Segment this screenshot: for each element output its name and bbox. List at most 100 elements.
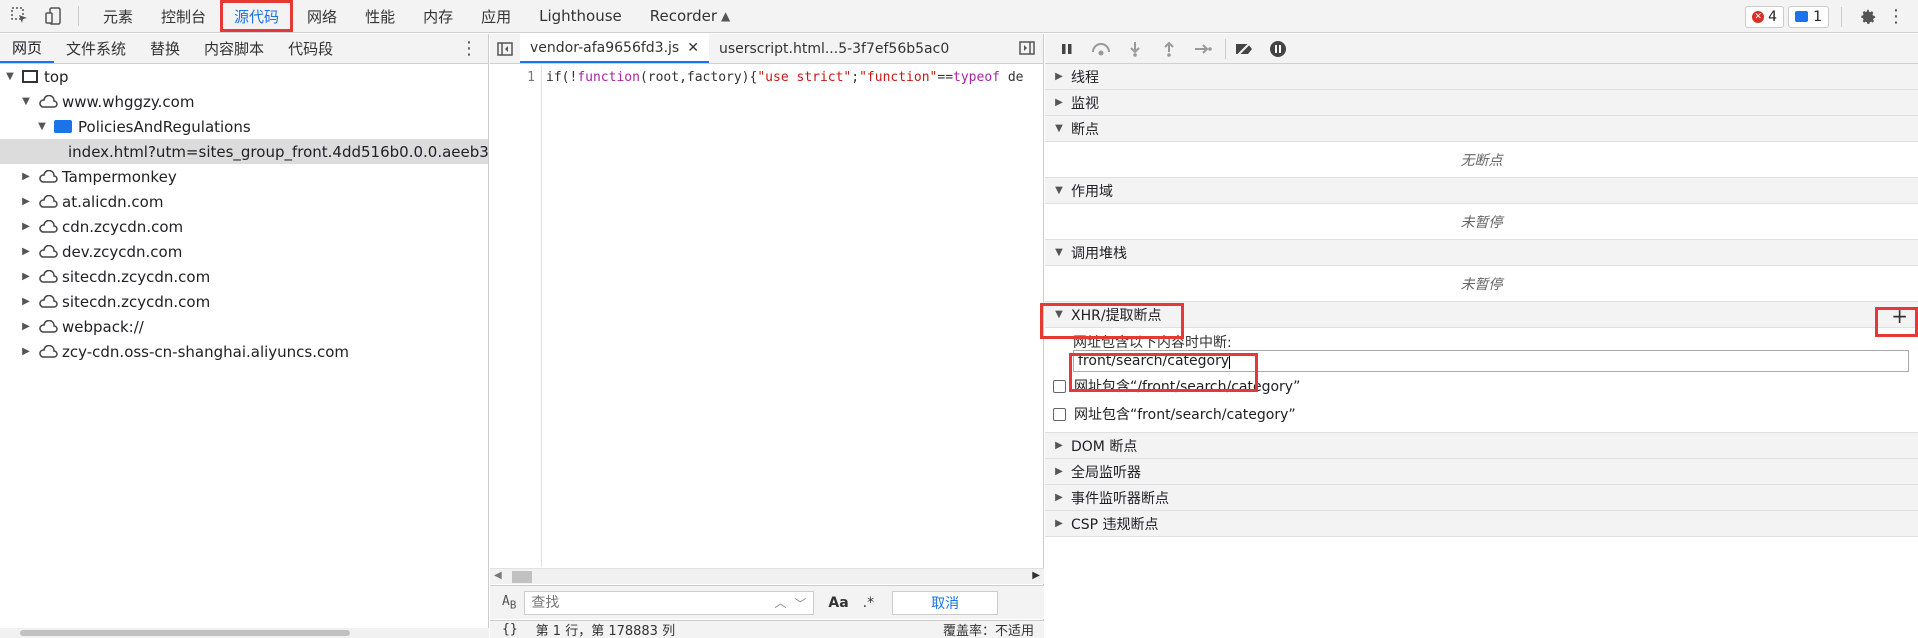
xhr-breakpoint-item[interactable]: 网址包含“front/search/category” xyxy=(1045,400,1918,428)
tree-node[interactable]: ▶ zcy-cdn.oss-cn-shanghai.aliyuncs.com xyxy=(0,339,488,364)
collapsed-arrow-icon[interactable]: ▶ xyxy=(20,296,32,307)
tab-0[interactable]: 元素 xyxy=(89,0,147,32)
search-next-icon[interactable]: ﹀ xyxy=(794,595,806,612)
replace-toggle-icon[interactable]: AB xyxy=(502,594,516,612)
dom-breakpoints-section-header[interactable]: ▶ DOM 断点 xyxy=(1045,433,1918,459)
error-count-badge[interactable]: ✕ 4 xyxy=(1745,5,1785,28)
tree-node[interactable]: ▼ top xyxy=(0,64,488,89)
scroll-right-icon[interactable]: ▶ xyxy=(1032,570,1040,581)
collapsed-arrow-icon[interactable]: ▶ xyxy=(20,171,32,182)
xhr-breakpoint-item[interactable]: 网址包含“/front/search/category” xyxy=(1045,372,1918,400)
coverage-status: 覆盖率：不适用 xyxy=(942,624,1034,638)
text-caret xyxy=(1229,353,1231,369)
toggle-debugger-icon[interactable] xyxy=(1019,41,1035,59)
tree-node[interactable]: ▼ PoliciesAndRegulations xyxy=(0,114,488,139)
inspect-element-icon[interactable] xyxy=(6,2,34,30)
tree-node[interactable]: ▶ dev.zcycdn.com xyxy=(0,239,488,264)
collapsed-arrow-icon: ▶ xyxy=(1055,97,1063,108)
tab-2[interactable]: 源代码 xyxy=(220,0,294,32)
tree-node-label: cdn.zcycdn.com xyxy=(62,217,184,236)
xhr-breakpoint-checkbox[interactable] xyxy=(1053,407,1066,421)
settings-gear-icon[interactable] xyxy=(1854,8,1882,26)
add-xhr-breakpoint-icon[interactable]: + xyxy=(1891,304,1908,328)
xhr-breakpoint-label: 网址包含“front/search/category” xyxy=(1074,407,1296,423)
step-into-icon[interactable] xyxy=(1123,37,1147,61)
step-out-icon[interactable] xyxy=(1157,37,1181,61)
tab-4[interactable]: 性能 xyxy=(351,0,409,32)
code-line[interactable]: if(!function(root,factory){"use strict";… xyxy=(546,70,1038,85)
navigator-horizontal-scrollbar[interactable] xyxy=(0,628,489,638)
tree-node[interactable]: index.html?utm=sites_group_front.4dd516b… xyxy=(0,139,488,164)
tab-1[interactable]: 控制台 xyxy=(147,0,220,32)
navigator-tab-1[interactable]: 文件系统 xyxy=(54,34,138,63)
callstack-not-paused-message: 未暂停 xyxy=(1045,266,1918,302)
threads-section-header[interactable]: ▶ 线程 xyxy=(1045,64,1918,90)
tab-3[interactable]: 网络 xyxy=(293,0,351,32)
editor-tab[interactable]: vendor-afa9656fd3.js ✕ xyxy=(520,34,709,63)
tree-node[interactable]: ▶ webpack:// xyxy=(0,314,488,339)
step-over-icon[interactable] xyxy=(1089,37,1113,61)
navigator-tab-0[interactable]: 网页 xyxy=(0,34,55,63)
tab-6[interactable]: 应用 xyxy=(467,0,525,32)
collapsed-arrow-icon[interactable]: ▶ xyxy=(20,246,32,257)
regex-button[interactable]: .* xyxy=(863,595,874,611)
tree-node[interactable]: ▶ sitecdn.zcycdn.com xyxy=(0,289,488,314)
cloud-icon xyxy=(39,169,58,183)
cancel-search-button[interactable]: 取消 xyxy=(892,590,999,615)
tab-5[interactable]: 内存 xyxy=(409,0,467,32)
collapsed-arrow-icon[interactable]: ▶ xyxy=(20,346,32,357)
toggle-navigator-icon[interactable] xyxy=(490,41,520,56)
callstack-section-header[interactable]: ▼ 调用堆栈 xyxy=(1045,240,1918,266)
message-count-badge[interactable]: 1 xyxy=(1788,5,1829,28)
deactivate-breakpoints-icon[interactable] xyxy=(1232,37,1256,61)
event-listener-breakpoints-section-header[interactable]: ▶ 事件监听器断点 xyxy=(1045,485,1918,511)
tree-node-label: dev.zcycdn.com xyxy=(62,242,183,261)
collapsed-arrow-icon: ▶ xyxy=(1055,440,1063,451)
collapsed-arrow-icon[interactable]: ▶ xyxy=(20,271,32,282)
editor-horizontal-scrollbar[interactable]: ◀ ▶ xyxy=(490,568,1044,584)
match-case-button[interactable]: Aa xyxy=(828,595,848,611)
pretty-print-icon[interactable]: {} xyxy=(502,622,518,637)
editor-tab[interactable]: userscript.html...5-3f7ef56b5ac0 xyxy=(709,34,959,63)
tab-8[interactable]: Recorder xyxy=(636,0,731,32)
more-options-icon[interactable]: ⋮ xyxy=(1882,6,1910,27)
pause-icon[interactable] xyxy=(1055,37,1079,61)
tab-7[interactable]: Lighthouse xyxy=(525,0,636,32)
step-icon[interactable] xyxy=(1191,37,1215,61)
scrollbar-thumb[interactable] xyxy=(512,571,532,583)
scope-section-header[interactable]: ▼ 作用域 xyxy=(1045,178,1918,204)
xhr-url-input[interactable]: front/search/category xyxy=(1073,350,1909,372)
close-tab-icon[interactable]: ✕ xyxy=(687,40,699,56)
search-prev-icon[interactable]: ︿ xyxy=(774,594,786,611)
tree-node[interactable]: ▶ cdn.zcycdn.com xyxy=(0,214,488,239)
expanded-arrow-icon[interactable]: ▼ xyxy=(20,96,32,107)
xhr-breakpoint-checkbox[interactable] xyxy=(1053,379,1066,393)
navigator-more-icon[interactable]: ⋮ xyxy=(460,40,478,58)
toolbar-divider xyxy=(1225,38,1226,59)
global-listeners-section-header[interactable]: ▶ 全局监听器 xyxy=(1045,459,1918,485)
xhr-section-header[interactable]: ▼ XHR/提取断点 + xyxy=(1045,302,1918,328)
collapsed-arrow-icon[interactable]: ▶ xyxy=(20,321,32,332)
collapsed-arrow-icon[interactable]: ▶ xyxy=(20,196,32,207)
line-number[interactable]: 1 xyxy=(490,65,541,85)
tree-node[interactable]: ▶ sitecdn.zcycdn.com xyxy=(0,264,488,289)
csp-violation-breakpoints-section-header[interactable]: ▶ CSP 违规断点 xyxy=(1045,511,1918,537)
navigator-tab-3[interactable]: 内容脚本 xyxy=(192,34,276,63)
tree-node[interactable]: ▶ Tampermonkey xyxy=(0,164,488,189)
tree-node[interactable]: ▼ www.whggzy.com xyxy=(0,89,488,114)
pause-on-exceptions-icon[interactable] xyxy=(1266,37,1290,61)
main-tabs: 元素 控制台 源代码 网络 性能 内存 应用 Lighthouse Recorder xyxy=(89,0,731,32)
navigator-tab-4[interactable]: 代码段 xyxy=(276,34,345,63)
section-title: XHR/提取断点 xyxy=(1071,307,1162,324)
scroll-left-icon[interactable]: ◀ xyxy=(494,570,502,581)
navigator-tab-2[interactable]: 替换 xyxy=(138,34,192,63)
collapsed-arrow-icon[interactable]: ▶ xyxy=(20,221,32,232)
scrollbar-thumb[interactable] xyxy=(20,630,350,636)
watch-section-header[interactable]: ▶ 监视 xyxy=(1045,90,1918,116)
expanded-arrow-icon[interactable]: ▼ xyxy=(4,71,16,82)
expanded-arrow-icon[interactable]: ▼ xyxy=(36,121,48,132)
search-input[interactable] xyxy=(524,590,815,615)
breakpoints-section-header[interactable]: ▼ 断点 xyxy=(1045,116,1918,142)
device-toggle-icon[interactable] xyxy=(40,2,68,30)
tree-node[interactable]: ▶ at.alicdn.com xyxy=(0,189,488,214)
